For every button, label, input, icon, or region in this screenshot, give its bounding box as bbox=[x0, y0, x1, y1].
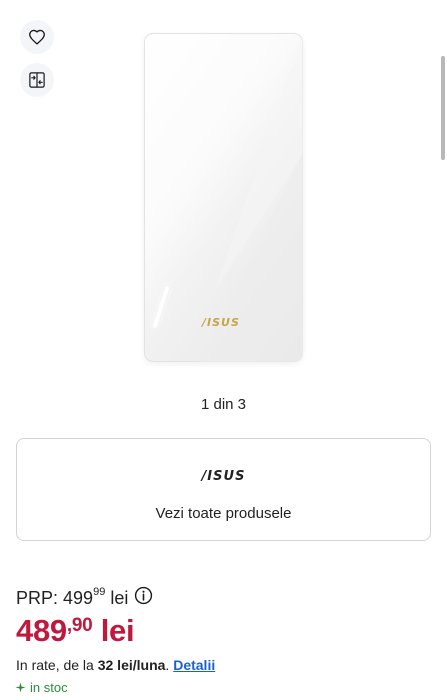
sparkle-icon bbox=[15, 682, 26, 693]
heart-icon bbox=[29, 29, 45, 45]
wishlist-button[interactable] bbox=[20, 20, 54, 54]
installment-suffix: . bbox=[165, 657, 170, 673]
page-scrollbar[interactable] bbox=[441, 56, 445, 160]
installment-details-link[interactable]: Detalii bbox=[173, 657, 215, 673]
installment-amount: 32 lei/luna bbox=[97, 657, 166, 673]
prp-price: PRP: 499 99 lei bbox=[16, 586, 436, 610]
info-icon[interactable] bbox=[134, 586, 153, 610]
price-decimals: ,90 bbox=[66, 615, 93, 636]
device-shine bbox=[199, 33, 303, 362]
prp-decimals: 99 bbox=[93, 586, 106, 598]
prp-int: 499 bbox=[63, 587, 94, 608]
installment-prefix: In rate, de la bbox=[16, 657, 94, 673]
prp-currency: lei bbox=[110, 587, 129, 608]
price-dec: 90 bbox=[71, 615, 93, 636]
prp-label: PRP: bbox=[16, 587, 59, 608]
brand-card[interactable]: /ISUS Vezi toate produsele bbox=[16, 438, 431, 541]
current-price: 489,90 lei bbox=[16, 614, 436, 653]
stock-label: in stoc bbox=[30, 680, 68, 695]
compare-icon bbox=[29, 72, 45, 88]
product-image[interactable]: /ISUS bbox=[144, 33, 303, 362]
gallery-counter: 1 din 3 bbox=[200, 396, 247, 413]
price-currency: lei bbox=[100, 613, 135, 648]
installments-info: In rate, de la 32 lei/luna. Detalii bbox=[16, 657, 436, 673]
price-block: PRP: 499 99 lei 489,90 lei In rate, de la… bbox=[16, 586, 436, 673]
device-logo: /ISUS bbox=[202, 316, 240, 329]
view-all-products-link[interactable]: Vezi toate produsele bbox=[17, 505, 430, 522]
product-gallery[interactable]: /ISUS bbox=[0, 0, 447, 380]
price-int: 489 bbox=[16, 613, 67, 648]
brand-logo: /ISUS bbox=[201, 469, 246, 484]
stock-status: in stoc bbox=[15, 680, 68, 695]
product-side-actions bbox=[20, 20, 54, 97]
compare-button[interactable] bbox=[20, 63, 54, 97]
